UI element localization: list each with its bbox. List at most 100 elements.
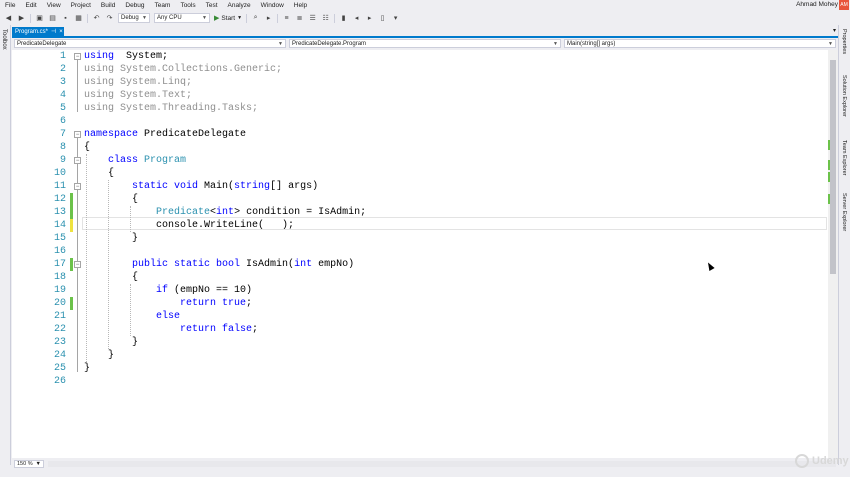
close-icon[interactable]: ×	[59, 29, 63, 35]
bookmark-icon[interactable]: ▮	[339, 14, 348, 23]
properties-tab[interactable]: Properties	[841, 29, 847, 54]
menu-item-tools[interactable]: Tools	[175, 2, 200, 9]
line-number: 2	[59, 64, 66, 75]
solution-config-select[interactable]: Debug ▼	[118, 13, 150, 23]
code-line[interactable]: return true;	[84, 298, 252, 309]
collapse-icon[interactable]: −	[74, 157, 81, 164]
platform-select[interactable]: Any CPU ▼	[154, 13, 210, 23]
code-line[interactable]: using System.Collections.Generic;	[84, 64, 282, 75]
code-token: > condition = IsAdmin;	[234, 207, 367, 218]
project-dropdown[interactable]: PredicateDelegate ▼	[14, 39, 286, 48]
code-line[interactable]: }	[84, 350, 114, 361]
toolbar-separator	[87, 13, 88, 23]
type-dropdown[interactable]: PredicateDelegate.Program ▼	[289, 39, 561, 48]
code-line[interactable]: using System.Linq;	[84, 77, 192, 88]
back-icon[interactable]: ◀	[4, 14, 13, 23]
zoom-select[interactable]: 150 % ▼	[14, 460, 44, 468]
menu-item-debug[interactable]: Debug	[120, 2, 149, 9]
play-icon: ▶	[214, 15, 220, 22]
forward-icon[interactable]: ▶	[17, 14, 26, 23]
code-line[interactable]: using System.Text;	[84, 90, 192, 101]
collapse-icon[interactable]: −	[74, 131, 81, 138]
code-line[interactable]: namespace PredicateDelegate	[84, 129, 246, 140]
toolbox-tab[interactable]: Toolbox	[1, 29, 7, 50]
navigate-icon[interactable]: ▸	[264, 14, 273, 23]
code-token: }	[84, 233, 139, 244]
menu-item-edit[interactable]: Edit	[20, 2, 41, 9]
code-line[interactable]: else	[84, 311, 180, 322]
user-avatar[interactable]: AM	[839, 0, 849, 10]
open-file-icon[interactable]: ▤	[48, 14, 57, 23]
find-icon[interactable]: ⌕	[251, 14, 260, 23]
menu-item-view[interactable]: View	[42, 2, 66, 9]
code-token: using System.Text;	[84, 90, 193, 101]
collapse-icon[interactable]: −	[74, 183, 81, 190]
code-line[interactable]: if (empNo == 10)	[84, 285, 252, 296]
code-line[interactable]: Predicate<int> condition = IsAdmin;	[84, 207, 366, 218]
server-explorer-tab[interactable]: Server Explorer	[841, 193, 847, 231]
menu-item-help[interactable]: Help	[289, 2, 312, 9]
redo-icon[interactable]: ↷	[105, 14, 114, 23]
menu-item-window[interactable]: Window	[256, 2, 289, 9]
scrollbar-thumb[interactable]	[830, 60, 836, 274]
code-token: public static bool	[132, 259, 241, 270]
team-explorer-tab[interactable]: Team Explorer	[841, 140, 847, 175]
vertical-scrollbar[interactable]	[828, 50, 838, 458]
menu-item-test[interactable]: Test	[201, 2, 223, 9]
collapse-icon[interactable]: −	[74, 53, 81, 60]
menu-item-file[interactable]: File	[0, 2, 20, 9]
menu-item-team[interactable]: Team	[150, 2, 176, 9]
code-line[interactable]: public static bool IsAdmin(int empNo)	[84, 259, 354, 270]
code-line[interactable]: return false;	[84, 324, 258, 335]
code-line[interactable]: using System;	[84, 51, 168, 62]
code-line[interactable]: {	[84, 168, 114, 179]
menu-item-build[interactable]: Build	[96, 2, 120, 9]
code-editor[interactable]: 1 2 3 4 5 6 7 8 9 10 11 12 13 14 15 16 17 18 19 20 21 22 23 24 2…	[12, 50, 838, 458]
undo-icon[interactable]: ↶	[92, 14, 101, 23]
next-bookmark-icon[interactable]: ▸	[365, 14, 374, 23]
code-line[interactable]: using System.Threading.Tasks;	[84, 103, 258, 114]
collapse-icon[interactable]: −	[74, 261, 81, 268]
pin-icon[interactable]: ⊣	[51, 28, 56, 35]
code-line[interactable]: console.WriteLine( );	[84, 220, 294, 231]
code-line[interactable]: static void Main(string[] args)	[84, 181, 318, 192]
save-icon[interactable]: ▪	[61, 14, 70, 23]
save-all-icon[interactable]: ▦	[74, 14, 83, 23]
code-line[interactable]: {	[84, 272, 138, 283]
start-label: Start	[221, 14, 236, 22]
document-tab-program[interactable]: Program.cs* ⊣ ×	[12, 27, 64, 36]
code-line[interactable]: class Program	[84, 155, 186, 166]
toolbar-separator	[277, 13, 279, 23]
menu-item-project[interactable]: Project	[66, 2, 96, 9]
line-number: 19	[53, 285, 66, 296]
code-line[interactable]: {	[84, 142, 90, 153]
horizontal-scrollbar[interactable]	[48, 461, 836, 467]
new-project-icon[interactable]: ▣	[35, 14, 44, 23]
menu-item-analyze[interactable]: Analyze	[223, 2, 256, 9]
clear-bookmarks-icon[interactable]: ▯	[378, 14, 387, 23]
tab-dropdown-icon[interactable]: ▾	[833, 27, 836, 34]
toolbar-overflow-icon[interactable]: ▾	[391, 14, 400, 23]
user-name[interactable]: Ahmad Mohey	[796, 1, 838, 8]
indent-icon[interactable]: ≣	[295, 14, 304, 23]
chevron-down-icon: ▼	[553, 40, 558, 47]
outdent-icon[interactable]: ≡	[282, 14, 291, 23]
code-line[interactable]: }	[84, 233, 138, 244]
document-tab-title: Program.cs*	[15, 28, 49, 35]
code-token: }	[84, 363, 91, 374]
editor-bottom-bar: 150 % ▼	[12, 459, 838, 469]
start-button[interactable]: ▶ Start ▼	[214, 14, 242, 23]
comment-icon[interactable]: ☰	[308, 14, 317, 23]
line-number: 3	[59, 77, 66, 88]
line-number: 9	[59, 155, 66, 166]
code-line[interactable]: }	[84, 363, 90, 374]
toolbox-strip[interactable]: Toolbox	[0, 25, 11, 465]
prev-bookmark-icon[interactable]: ◂	[352, 14, 361, 23]
uncomment-icon[interactable]: ☷	[321, 14, 330, 23]
code-line[interactable]: {	[84, 194, 138, 205]
scroll-change-marker	[828, 172, 830, 182]
member-dropdown[interactable]: Main(string[] args) ▼	[564, 39, 836, 48]
code-line[interactable]: }	[84, 337, 138, 348]
solution-explorer-tab[interactable]: Solution Explorer	[841, 75, 847, 117]
